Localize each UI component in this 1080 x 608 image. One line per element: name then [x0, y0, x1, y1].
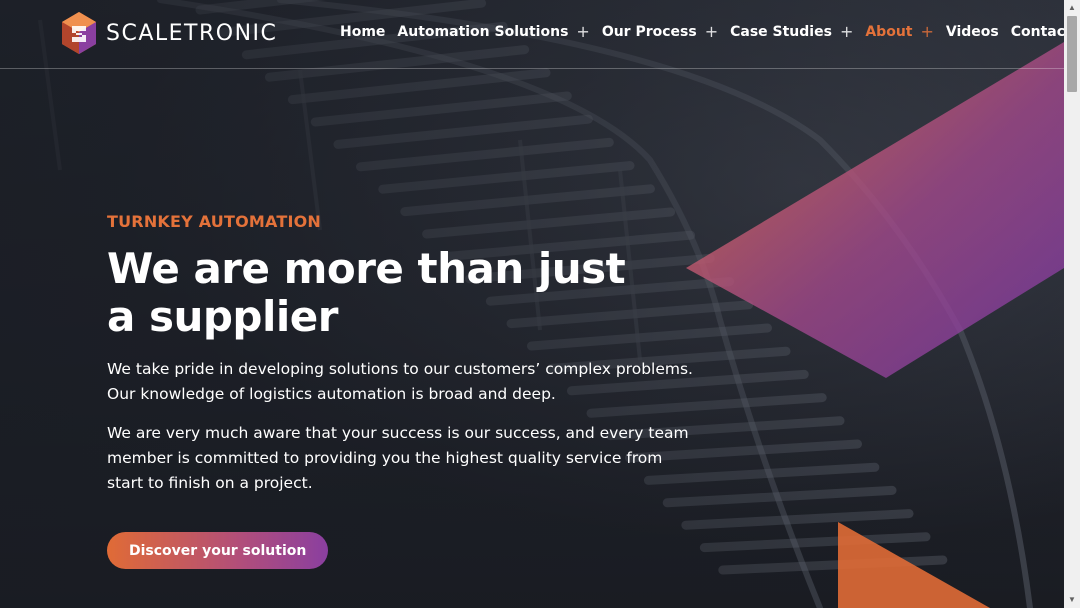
- nav-about[interactable]: About +: [865, 22, 934, 41]
- plus-icon[interactable]: +: [840, 22, 853, 41]
- discover-solution-button[interactable]: Discover your solution: [107, 532, 329, 569]
- plus-icon[interactable]: +: [705, 22, 718, 41]
- nav-label: Case Studies: [730, 23, 832, 40]
- scroll-up-arrow-icon[interactable]: ▲: [1064, 0, 1080, 16]
- plus-icon[interactable]: +: [576, 22, 589, 41]
- nav-contact[interactable]: Contact: [1011, 24, 1072, 40]
- scroll-down-arrow-icon[interactable]: ▼: [1064, 592, 1080, 608]
- hexagon-s-logo-icon: [62, 12, 96, 54]
- headline-line-1: We are more than just: [107, 244, 626, 293]
- nav-home[interactable]: Home: [340, 24, 385, 40]
- brand-logo[interactable]: SCALETRONIC: [60, 10, 277, 56]
- hero-paragraph-2: We are very much aware that your success…: [107, 421, 697, 496]
- paragraph-line: Our knowledge of logistics automation is…: [107, 385, 556, 403]
- main-nav: Home Automation Solutions + Our Process …: [340, 22, 1080, 41]
- brand-name: SCALETRONIC: [106, 20, 278, 46]
- nav-label: About: [865, 23, 913, 40]
- nav-automation-solutions[interactable]: Automation Solutions +: [397, 22, 589, 41]
- paragraph-line: member is committed to providing you the…: [107, 449, 663, 467]
- nav-label: Automation Solutions: [397, 23, 569, 40]
- hero-headline: We are more than just a supplier: [107, 245, 667, 341]
- hero-content: TURNKEY AUTOMATION We are more than just…: [107, 212, 707, 496]
- site-header: SCALETRONIC Home Automation Solutions + …: [0, 0, 1072, 69]
- nav-label: Videos: [945, 23, 999, 40]
- vertical-scrollbar[interactable]: ▲ ▼: [1064, 0, 1080, 608]
- plus-icon[interactable]: +: [920, 22, 933, 41]
- nav-label: Our Process: [601, 23, 697, 40]
- paragraph-line: We are very much aware that your success…: [107, 424, 689, 442]
- headline-line-2: a supplier: [107, 292, 338, 341]
- paragraph-line: start to finish on a project.: [107, 474, 313, 492]
- nav-case-studies[interactable]: Case Studies +: [730, 22, 853, 41]
- nav-label: Home: [340, 23, 386, 40]
- paragraph-line: We take pride in developing solutions to…: [107, 360, 693, 378]
- hero-paragraph-1: We take pride in developing solutions to…: [107, 357, 697, 407]
- nav-label: Contact: [1010, 23, 1072, 40]
- nav-our-process[interactable]: Our Process +: [602, 22, 718, 41]
- scroll-thumb[interactable]: [1067, 16, 1077, 92]
- hero-eyebrow: TURNKEY AUTOMATION: [107, 212, 322, 231]
- nav-videos[interactable]: Videos: [946, 24, 999, 40]
